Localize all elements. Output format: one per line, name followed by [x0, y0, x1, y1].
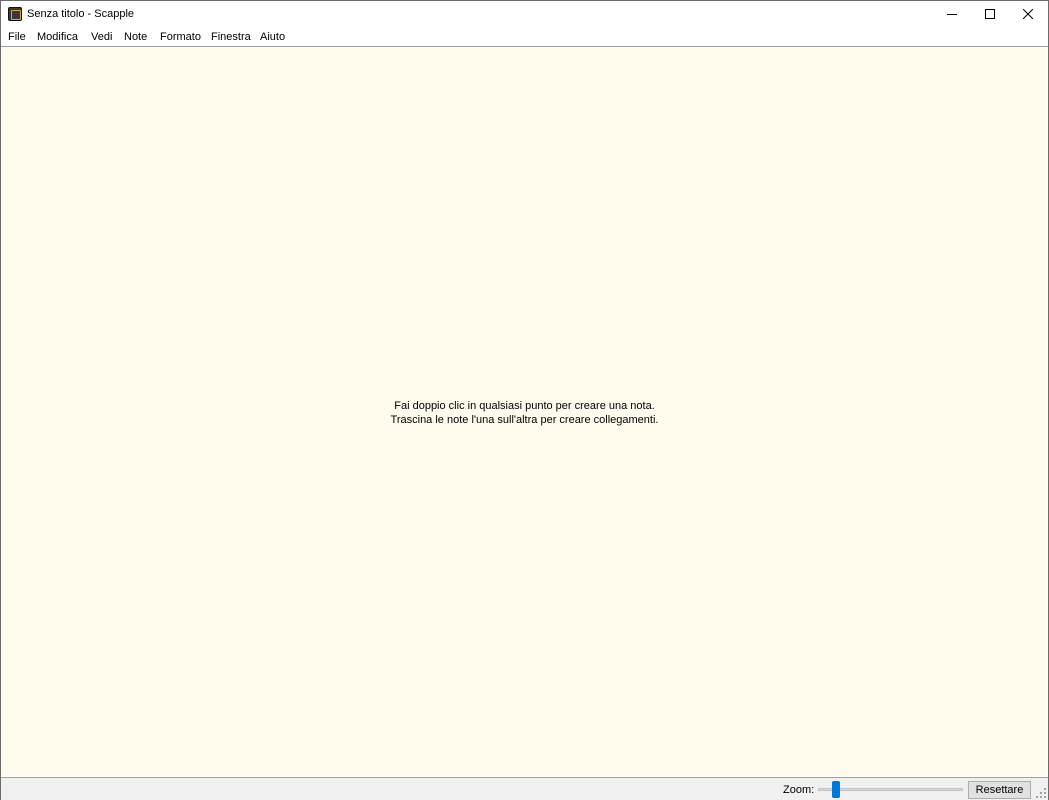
empty-canvas-hint: Fai doppio clic in qualsiasi punto per c…	[2, 399, 1047, 427]
menu-modifica[interactable]: Modifica	[37, 31, 78, 44]
scapple-app-icon[interactable]	[8, 7, 22, 21]
minimize-icon	[947, 14, 957, 15]
menu-vedi[interactable]: Vedi	[91, 31, 112, 44]
status-bar: Zoom: Resettare	[1, 777, 1048, 800]
menu-finestra[interactable]: Finestra	[211, 31, 251, 44]
hint-line-create-links: Trascina le note l'una sull'altra per cr…	[390, 414, 659, 426]
reset-zoom-button[interactable]: Resettare	[968, 781, 1031, 799]
zoom-label: Zoom:	[783, 784, 815, 796]
maximize-button[interactable]	[971, 1, 1009, 28]
app-window: Senza titolo - Scapple File Modifica Ved…	[0, 0, 1049, 800]
scapple-canvas[interactable]: Fai doppio clic in qualsiasi punto per c…	[2, 47, 1047, 776]
window-title: Senza titolo - Scapple	[27, 8, 135, 20]
menu-aiuto[interactable]: Aiuto	[260, 31, 285, 44]
menu-file[interactable]: File	[8, 31, 26, 44]
hint-line-create-note: Fai doppio clic in qualsiasi punto per c…	[394, 400, 655, 412]
minimize-button[interactable]	[933, 1, 971, 28]
menu-formato[interactable]: Formato	[160, 31, 201, 44]
zoom-slider-thumb[interactable]	[832, 781, 840, 798]
menu-bar: File Modifica Vedi Note Formato Finestra…	[1, 28, 1048, 46]
close-button[interactable]	[1009, 1, 1047, 28]
resize-grip-icon[interactable]	[1036, 788, 1046, 798]
close-icon	[1023, 9, 1033, 19]
menu-note[interactable]: Note	[124, 31, 147, 44]
maximize-icon	[985, 9, 995, 19]
title-bar[interactable]: Senza titolo - Scapple	[1, 1, 1048, 28]
